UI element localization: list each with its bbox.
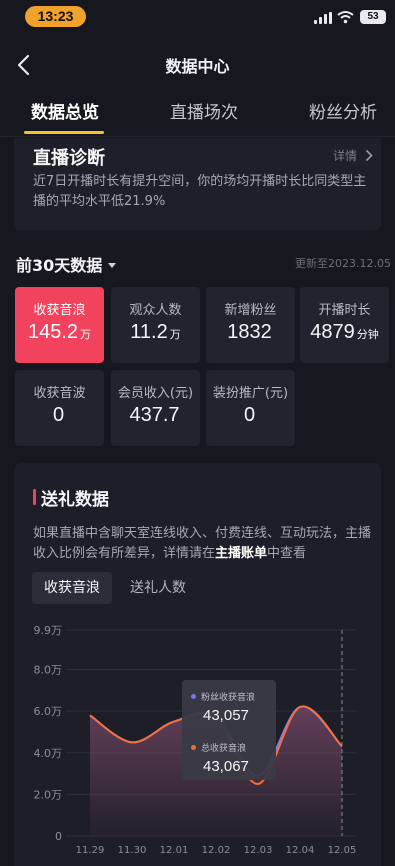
chevron-right-icon: [365, 149, 373, 162]
legend-dot-total: [191, 745, 196, 750]
chart-tooltip: 粉丝收获音浪 43,057 总收获音浪 43,067: [182, 680, 276, 780]
stat-label: 会员收入(元): [117, 386, 194, 401]
stat-card-sound-wave[interactable]: 收获音波 0: [15, 370, 104, 446]
tooltip-value-total: 43,067: [203, 758, 249, 775]
segment-gift-givers[interactable]: 送礼人数: [118, 572, 198, 604]
tab-bar: 数据总览 直播场次 粉丝分析: [0, 98, 395, 134]
tab-sessions[interactable]: 直播场次: [170, 98, 238, 123]
stat-label: 收获音波: [33, 386, 86, 401]
tab-active-indicator: [24, 131, 104, 134]
tab-fans[interactable]: 粉丝分析: [309, 98, 377, 123]
stat-card-member-income[interactable]: 会员收入(元) 437.7: [111, 370, 200, 446]
detail-label: 详情: [332, 149, 357, 163]
legend-dot-fans: [191, 694, 196, 699]
tabs-divider: [0, 136, 395, 137]
stat-card-viewers[interactable]: 观众人数 11.2 万: [111, 287, 200, 363]
stat-label: 收获音浪: [33, 303, 86, 318]
gift-data-card: 送礼数据 如果直播中含聊天室连线收入、付费连线、互动玩法，主播收入比例会有所差异…: [14, 463, 381, 866]
battery-indicator: 53: [360, 10, 386, 24]
diagnosis-detail-link[interactable]: 详情: [333, 147, 373, 164]
section-accent-bar: [33, 489, 36, 505]
stat-label: 观众人数: [129, 303, 182, 318]
stat-label: 装扮推广(元): [212, 386, 289, 401]
stat-label: 开播时长: [318, 303, 371, 318]
gift-description: 如果直播中含聊天室连线收入、付费连线、互动玩法，主播收入比例会有所差异，详情请在…: [33, 526, 372, 561]
diagnosis-text: 近7日开播时长有提升空间，你的场均开播时长比同类型主播的平均水平低21.9%: [33, 174, 367, 209]
stat-value: 11.2 万: [130, 321, 181, 343]
wifi-icon: [337, 11, 354, 24]
cellular-signal-icon: [314, 12, 332, 24]
tooltip-value-fans: 43,057: [203, 707, 249, 724]
stat-value: 0: [52, 404, 65, 426]
diagnosis-card: 直播诊断 详情 近7日开播时长有提升空间，你的场均开播时长比同类型主播的平均水平…: [14, 138, 381, 230]
tooltip-row-fans: 粉丝收获音浪: [191, 690, 255, 703]
period-selector[interactable]: 前30天数据: [16, 252, 117, 276]
status-bar: 13:23 53: [0, 0, 395, 34]
page-title: 数据中心: [165, 57, 230, 76]
stat-value: 437.7: [129, 404, 180, 426]
caret-down-icon: [108, 262, 117, 268]
stat-label: 新增粉丝: [224, 303, 277, 318]
tooltip-row-total: 总收获音浪: [191, 741, 246, 754]
tab-overview[interactable]: 数据总览: [31, 98, 99, 123]
diagnosis-title: 直播诊断: [33, 148, 105, 169]
stat-value: 4879 分钟: [310, 321, 379, 343]
updated-timestamp: 更新至2023.12.05: [295, 257, 391, 270]
status-time: 13:23: [25, 6, 86, 27]
anchor-bill-link[interactable]: 主播账单: [215, 546, 267, 561]
period-label: 前30天数据: [16, 256, 103, 275]
stat-card-live-duration[interactable]: 开播时长 4879 分钟: [300, 287, 389, 363]
stat-value: 145.2 万: [27, 321, 92, 343]
stat-card-decor-promo[interactable]: 装扮推广(元) 0: [206, 370, 295, 446]
gift-title: 送礼数据: [41, 490, 109, 510]
stat-card-sound-waves[interactable]: 收获音浪 145.2 万: [15, 287, 104, 363]
stat-value: 1832: [227, 321, 272, 343]
segment-sound-waves[interactable]: 收获音浪: [32, 572, 112, 604]
stat-value: 0: [243, 404, 256, 426]
stat-card-new-fans[interactable]: 新增粉丝 1832: [206, 287, 295, 363]
